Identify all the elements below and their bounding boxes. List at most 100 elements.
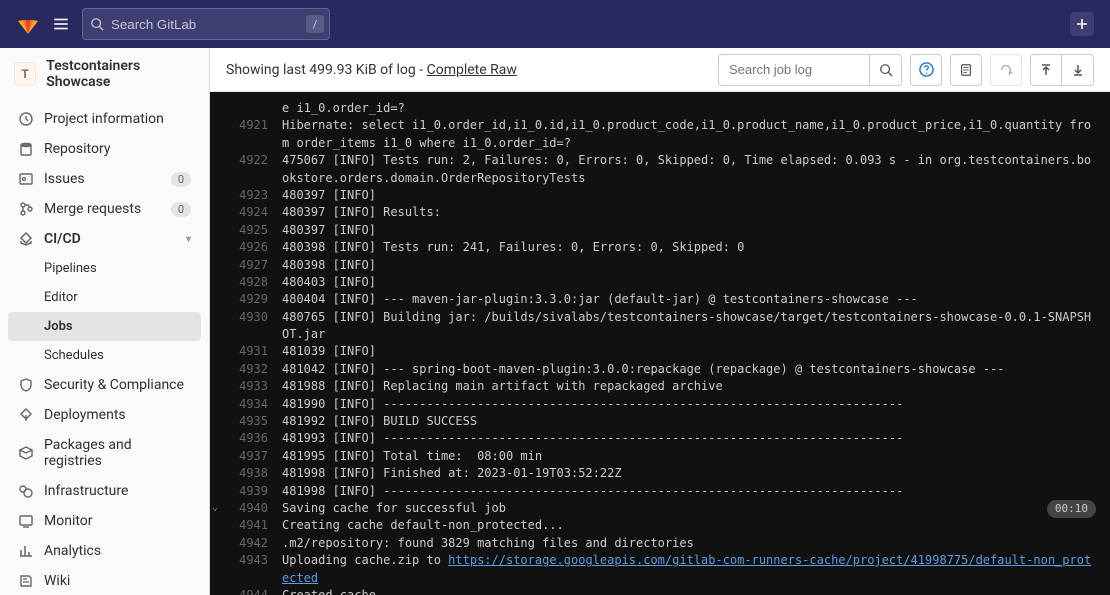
project-header[interactable]: T Testcontainers Showcase (0, 48, 209, 100)
chevron-down-icon: ▾ (186, 234, 191, 245)
sidebar-subitem-editor[interactable]: Editor (8, 283, 201, 312)
nav-label: Security & Compliance (44, 377, 184, 393)
sidebar-item-wiki[interactable]: Wiki (8, 566, 201, 595)
line-content: 481998 [INFO] --------------------------… (282, 483, 1098, 500)
log-line: 4933481988 [INFO] Replacing main artifac… (210, 378, 1110, 395)
nav-icon (18, 573, 34, 589)
log-line: 4922475067 [INFO] Tests run: 2, Failures… (210, 152, 1110, 187)
search-job-log (718, 54, 902, 86)
nav-sub-label: Schedules (44, 348, 104, 363)
sidebar-item-security-compliance[interactable]: Security & Compliance (8, 370, 201, 400)
log-line: 4940Saving cache for successful job (210, 500, 1110, 517)
sidebar-subitem-pipelines[interactable]: Pipelines (8, 254, 201, 283)
line-content: 480765 [INFO] Building jar: /builds/siva… (282, 309, 1098, 344)
line-number: 4940 (222, 500, 268, 517)
sidebar-item-deployments[interactable]: Deployments (8, 400, 201, 430)
sidebar-item-ci-cd[interactable]: CI/CD ▾ (8, 224, 201, 254)
nav-badge: 0 (171, 202, 191, 217)
sidebar-item-repository[interactable]: Repository (8, 134, 201, 164)
nav-label: Project information (44, 111, 164, 127)
nav-label: Monitor (44, 513, 93, 529)
sidebar-item-issues[interactable]: Issues 0 (8, 164, 201, 194)
line-number: 4925 (222, 222, 268, 239)
log-link[interactable]: https://storage.googleapis.com/gitlab-co… (282, 553, 1091, 584)
project-name: Testcontainers Showcase (46, 58, 195, 90)
nav-icon (18, 111, 34, 127)
help-button[interactable] (910, 54, 942, 86)
scroll-top-button[interactable] (1030, 54, 1062, 86)
gitlab-logo[interactable] (16, 12, 40, 36)
nav-icon (18, 543, 34, 559)
nav-icon (18, 231, 34, 247)
line-content: 480397 [INFO] (282, 187, 1098, 204)
line-number (222, 100, 268, 117)
line-number: 4932 (222, 361, 268, 378)
line-number: 4938 (222, 465, 268, 482)
line-content: e i1_0.order_id=? (282, 100, 1098, 117)
nav-icon (18, 483, 34, 499)
new-menu-button[interactable] (1070, 12, 1094, 36)
sidebar-item-merge-requests[interactable]: Merge requests 0 (8, 194, 201, 224)
nav-badge: 0 (171, 172, 191, 187)
global-search-input[interactable] (82, 8, 330, 40)
nav-icon (18, 513, 34, 529)
line-number: 4929 (222, 291, 268, 308)
hamburger-icon[interactable] (48, 11, 74, 37)
line-number: 4921 (222, 117, 268, 152)
nav-icon (18, 445, 34, 461)
line-number: 4930 (222, 309, 268, 344)
topbar: / (0, 0, 1110, 48)
sidebar-item-project-information[interactable]: Project information (8, 104, 201, 134)
nav-sub-label: Editor (44, 290, 78, 305)
job-log[interactable]: e i1_0.order_id=?4921Hibernate: select i… (210, 92, 1110, 595)
log-line: 4925 480397 [INFO] (210, 222, 1110, 239)
log-line: 4924 480397 [INFO] Results: (210, 204, 1110, 221)
nav-sub-label: Jobs (44, 319, 73, 334)
collapse-section-icon[interactable]: ⌄ (212, 501, 218, 516)
line-content: 481042 [INFO] --- spring-boot-maven-plug… (282, 361, 1098, 378)
log-line: e i1_0.order_id=? (210, 100, 1110, 117)
log-line: 4931 481039 [INFO] (210, 343, 1110, 360)
sidebar-subitem-jobs[interactable]: Jobs (8, 312, 201, 341)
sidebar: T Testcontainers Showcase Project inform… (0, 48, 210, 595)
line-number: 4923 (222, 187, 268, 204)
log-line: 4937481995 [INFO] Total time: 08:00 min (210, 448, 1110, 465)
sidebar-item-analytics[interactable]: Analytics (8, 536, 201, 566)
sidebar-item-monitor[interactable]: Monitor (8, 506, 201, 536)
line-content: 480398 [INFO] (282, 257, 1098, 274)
sidebar-item-infrastructure[interactable]: Infrastructure (8, 476, 201, 506)
line-content: 480397 [INFO] (282, 222, 1098, 239)
log-line: 4934481990 [INFO] ----------------------… (210, 396, 1110, 413)
log-line: 4929 480404 [INFO] --- maven-jar-plugin:3… (210, 291, 1110, 308)
line-number: 4931 (222, 343, 268, 360)
line-content: 480404 [INFO] --- maven-jar-plugin:3.3.0… (282, 291, 1098, 308)
nav-label: CI/CD (44, 231, 81, 247)
line-content: 481990 [INFO] --------------------------… (282, 396, 1098, 413)
scroll-bottom-button[interactable] (1062, 54, 1094, 86)
nav-label: Infrastructure (44, 483, 128, 499)
log-line: 4921Hibernate: select i1_0.order_id,i1_0… (210, 117, 1110, 152)
line-number: 4942 (222, 535, 268, 552)
line-content: 481992 [INFO] BUILD SUCCESS (282, 413, 1098, 430)
project-avatar: T (14, 62, 36, 86)
line-number: 4937 (222, 448, 268, 465)
search-job-log-input[interactable] (718, 54, 870, 86)
sidebar-item-packages-and-registries[interactable]: Packages and registries (8, 430, 201, 476)
line-content: 480397 [INFO] Results: (282, 204, 1098, 221)
line-content: 481039 [INFO] (282, 343, 1098, 360)
nav-icon (18, 171, 34, 187)
line-content: Creating cache default-non_protected... (282, 517, 1098, 534)
nav-sub-label: Pipelines (44, 261, 97, 276)
sidebar-subitem-schedules[interactable]: Schedules (8, 341, 201, 370)
complete-raw-link[interactable]: Complete Raw (427, 62, 517, 78)
log-line: 4938481998 [INFO] Finished at: 2023-01-1… (210, 465, 1110, 482)
raw-log-button[interactable] (950, 54, 982, 86)
nav-icon (18, 201, 34, 217)
log-line: 4941Creating cache default-non_protected… (210, 517, 1110, 534)
line-number: 4924 (222, 204, 268, 221)
nav-label: Packages and registries (44, 437, 191, 469)
line-content: .m2/repository: found 3829 matching file… (282, 535, 1098, 552)
nav-label: Merge requests (44, 201, 141, 217)
search-job-log-button[interactable] (870, 54, 902, 86)
nav-label: Issues (44, 171, 85, 187)
